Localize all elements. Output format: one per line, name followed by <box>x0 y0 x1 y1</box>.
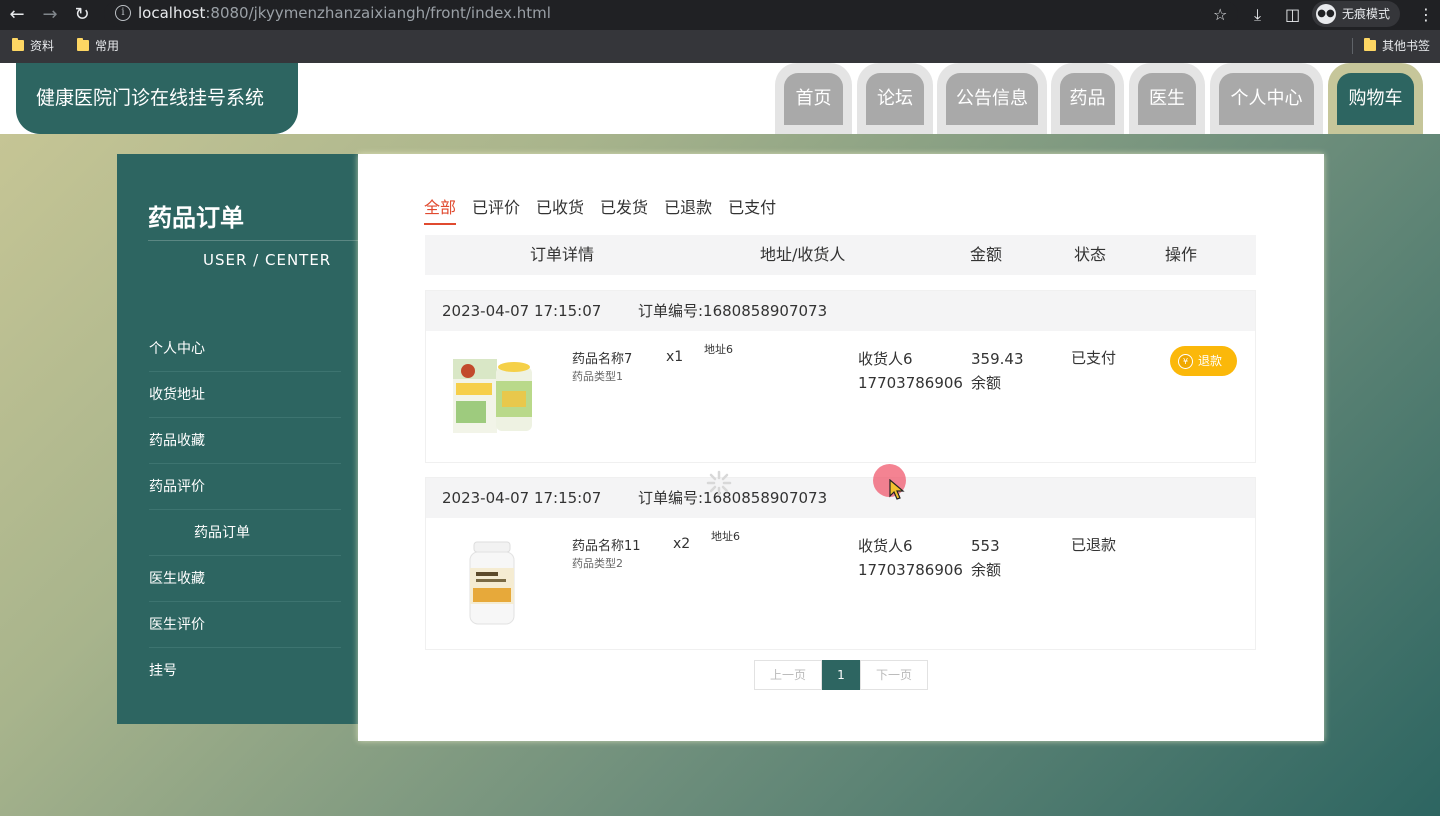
order-status: 已支付 <box>1071 349 1117 367</box>
receiver-info: 收货人6 17703786906 <box>858 534 963 582</box>
site-info-icon[interactable]: i <box>115 5 131 21</box>
tab-received[interactable]: 已收货 <box>536 194 584 225</box>
quantity: x2 <box>673 536 691 552</box>
refund-button[interactable]: ¥ 退款 <box>1170 346 1237 376</box>
forward-icon[interactable]: → <box>38 3 62 27</box>
column-action: 操作 <box>1165 245 1198 264</box>
product-name[interactable]: 药品名称11 <box>572 535 641 554</box>
order-header: 2023-04-07 17:15:07 订单编号:1680858907073 <box>426 478 1255 518</box>
nav-doctor[interactable]: 医生 <box>1129 63 1205 134</box>
nav-announcements[interactable]: 公告信息 <box>937 63 1047 134</box>
prev-page-button[interactable]: 上一页 <box>754 660 822 690</box>
sidepanel-icon[interactable]: ◫ <box>1285 3 1300 27</box>
menu-kebab-icon[interactable]: ⋮ <box>1418 3 1434 27</box>
order-card: 2023-04-07 17:15:07 订单编号:1680858907073 药… <box>425 477 1256 650</box>
incognito-badge[interactable]: ●● 无痕模式 <box>1312 1 1401 27</box>
quantity: x1 <box>666 349 684 365</box>
page-background: 健康医院门诊在线挂号系统 首页 论坛 公告信息 药品 医生 个人中心 购物车 药… <box>0 63 1440 816</box>
sidebar-item-address[interactable]: 收货地址 <box>149 372 341 418</box>
bookmark-star-icon[interactable]: ☆ <box>1213 3 1227 27</box>
pay-method: 余额 <box>971 374 1002 392</box>
product-name[interactable]: 药品名称7 <box>572 348 632 367</box>
bookmark-divider <box>1352 38 1353 54</box>
other-bookmarks[interactable]: 其他书签 <box>1364 37 1430 54</box>
nav-home[interactable]: 首页 <box>775 63 852 134</box>
amount-info: 553 余额 <box>971 534 1001 582</box>
nav-medicine[interactable]: 药品 <box>1051 63 1124 134</box>
table-header: 订单详情 地址/收货人 金额 状态 操作 <box>425 235 1256 275</box>
order-date: 2023-04-07 17:15:07 <box>442 302 602 320</box>
tab-shipped[interactable]: 已发货 <box>600 194 648 225</box>
filter-tabs: 全部 已评价 已收货 已发货 已退款 已支付 <box>424 194 776 225</box>
order-number: 订单编号:1680858907073 <box>638 489 828 507</box>
receiver-name: 收货人6 <box>858 350 913 368</box>
coin-icon: ¥ <box>1178 353 1193 369</box>
order-number: 订单编号:1680858907073 <box>638 302 828 320</box>
incognito-icon: ●● <box>1316 4 1336 24</box>
mouse-pointer-icon <box>889 479 905 500</box>
sidebar-item-registration[interactable]: 挂号 <box>149 648 341 694</box>
sidebar-item-doctor-reviews[interactable]: 医生评价 <box>149 602 341 648</box>
tab-refunded[interactable]: 已退款 <box>664 194 712 225</box>
receiver-info: 收货人6 17703786906 <box>858 347 963 395</box>
order-header: 2023-04-07 17:15:07 订单编号:1680858907073 <box>426 291 1255 331</box>
nav-forum[interactable]: 论坛 <box>857 63 933 134</box>
url-text[interactable]: localhost:8080/jkyymenzhanzaixiangh/fron… <box>138 4 551 22</box>
product-type: 药品类型1 <box>572 370 623 383</box>
site-logo[interactable]: 健康医院门诊在线挂号系统 <box>16 63 298 134</box>
column-address: 地址/收货人 <box>760 245 846 264</box>
pay-method: 余额 <box>971 561 1002 579</box>
amount-info: 359.43 余额 <box>971 347 1024 395</box>
next-page-button[interactable]: 下一页 <box>860 660 928 690</box>
sidebar-subtitle: USER / CENTER <box>203 251 332 269</box>
sidebar-item-medicine-orders[interactable]: 药品订单 <box>149 510 341 556</box>
receiver-phone: 17703786906 <box>858 561 963 579</box>
sidebar-item-doctor-favorites[interactable]: 医生收藏 <box>149 556 341 602</box>
tab-reviewed[interactable]: 已评价 <box>472 194 520 225</box>
column-amount: 金额 <box>970 245 1003 264</box>
nav-cart[interactable]: 购物车 <box>1328 63 1423 134</box>
bookmarks-bar: 资料 常用 其他书签 <box>0 30 1440 63</box>
reload-icon[interactable]: ↻ <box>70 3 94 27</box>
sidebar-item-medicine-favorites[interactable]: 药品收藏 <box>149 418 341 464</box>
order-date: 2023-04-07 17:15:07 <box>442 489 602 507</box>
nav-personal-center[interactable]: 个人中心 <box>1210 63 1323 134</box>
address: 地址6 <box>704 343 733 356</box>
product-image[interactable] <box>448 351 538 441</box>
column-detail: 订单详情 <box>530 245 595 264</box>
column-status: 状态 <box>1074 245 1107 264</box>
loading-spinner-icon <box>706 470 732 496</box>
order-panel: 全部 已评价 已收货 已发货 已退款 已支付 订单详情 地址/收货人 金额 状态… <box>358 154 1324 741</box>
sidebar-item-personal-center[interactable]: 个人中心 <box>149 326 341 372</box>
product-image[interactable] <box>448 538 538 628</box>
tab-paid[interactable]: 已支付 <box>728 194 776 225</box>
sidebar-item-medicine-reviews[interactable]: 药品评价 <box>149 464 341 510</box>
bookmark-folder[interactable]: 资料 <box>12 37 54 54</box>
pagination: 上一页 1 下一页 <box>754 660 928 690</box>
tab-all[interactable]: 全部 <box>424 194 457 225</box>
amount: 553 <box>971 537 1000 555</box>
receiver-name: 收货人6 <box>858 537 913 555</box>
product-type: 药品类型2 <box>572 557 623 570</box>
receiver-phone: 17703786906 <box>858 374 963 392</box>
page-number[interactable]: 1 <box>822 660 860 690</box>
folder-icon <box>12 38 24 51</box>
amount: 359.43 <box>971 350 1024 368</box>
divider <box>148 240 358 241</box>
browser-toolbar: ← → ↻ i localhost:8080/jkyymenzhanzaixia… <box>0 0 1440 30</box>
order-card: 2023-04-07 17:15:07 订单编号:1680858907073 药… <box>425 290 1256 463</box>
address: 地址6 <box>711 530 740 543</box>
sidebar-title: 药品订单 <box>148 204 244 232</box>
order-status: 已退款 <box>1071 536 1117 554</box>
bookmark-folder[interactable]: 常用 <box>77 37 119 54</box>
sidebar: 药品订单 USER / CENTER 个人中心 收货地址 药品收藏 药品评价 药… <box>117 154 362 724</box>
download-icon[interactable]: ⤓ <box>1254 3 1261 27</box>
sidebar-menu: 个人中心 收货地址 药品收藏 药品评价 药品订单 医生收藏 医生评价 挂号 <box>117 326 358 694</box>
folder-icon <box>1364 38 1376 51</box>
back-icon[interactable]: ← <box>5 3 29 27</box>
site-header: 健康医院门诊在线挂号系统 首页 论坛 公告信息 药品 医生 个人中心 购物车 <box>0 63 1440 134</box>
folder-icon <box>77 38 89 51</box>
